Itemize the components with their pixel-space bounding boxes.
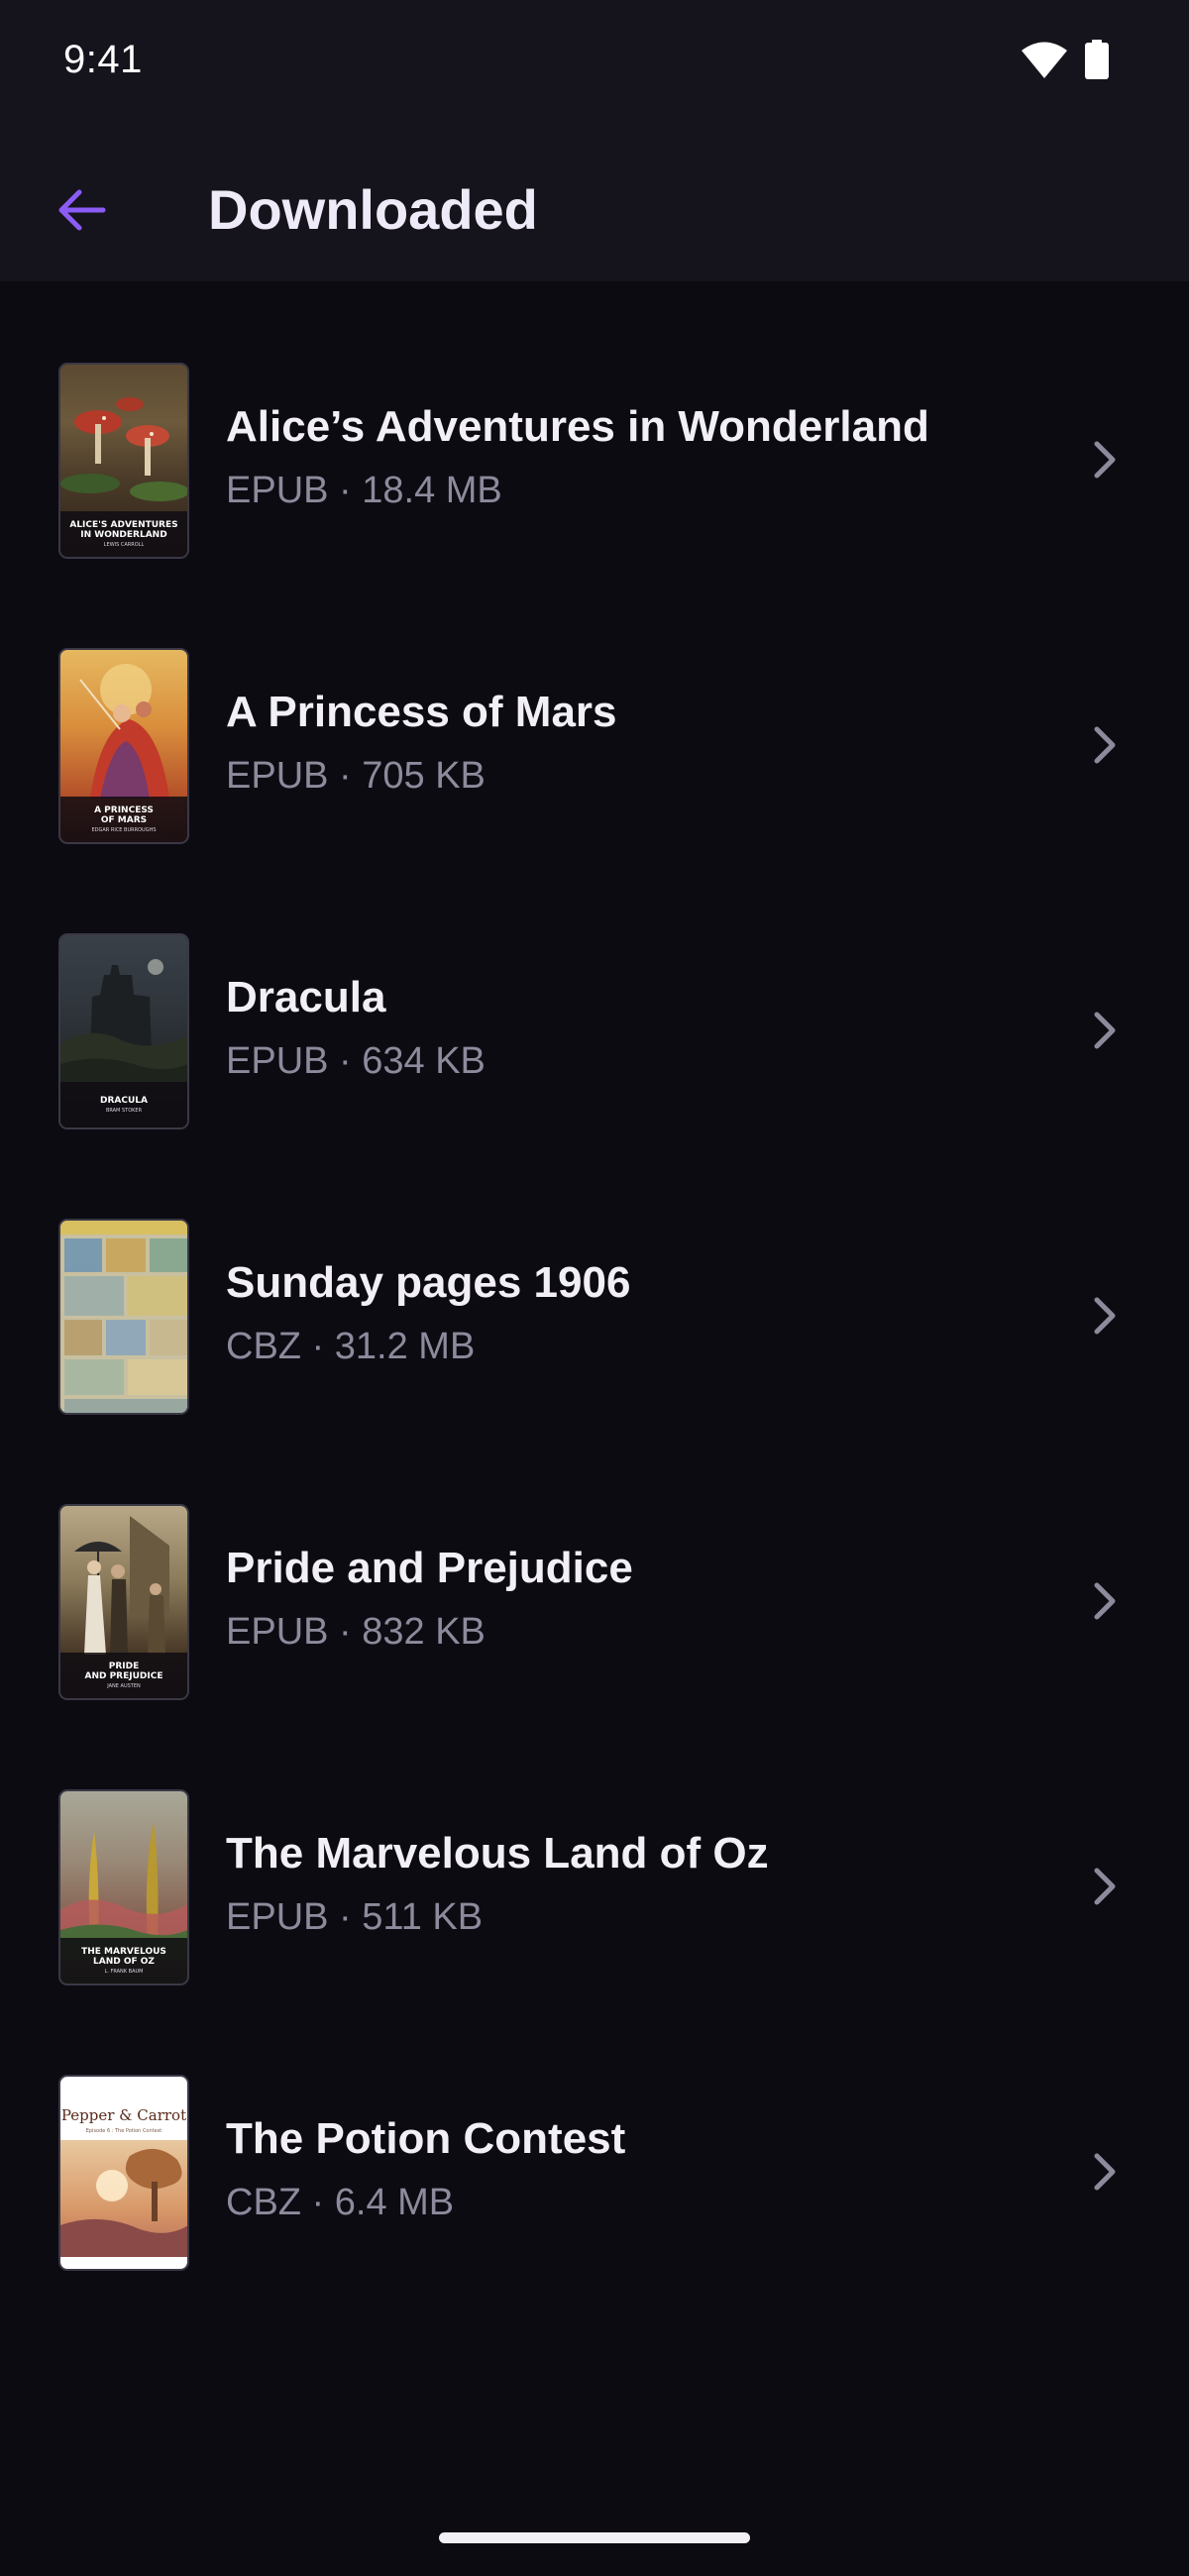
cover-band: DRACULA BRAM STOKER — [60, 1082, 187, 1127]
cover-band: THE MARVELOUS LAND OF OZ L. FRANK BAUM — [60, 1938, 187, 1984]
cover-subtitle: Episode 6 : The Potion Contest — [85, 2128, 162, 2134]
cover-title: Pepper & Carrot — [60, 2106, 187, 2124]
book-title: Pride and Prejudice — [226, 1544, 633, 1592]
book-meta: EPUB · 511 KB — [226, 1896, 484, 1938]
book-meta: EPUB · 634 KB — [226, 1040, 486, 1082]
book-cover: THE MARVELOUS LAND OF OZ L. FRANK BAUM — [58, 1789, 189, 1986]
book-meta: EPUB · 832 KB — [226, 1611, 486, 1653]
cover-title: DRACULA — [100, 1096, 148, 1106]
list-item[interactable]: A PRINCESS OF MARS EDGAR RICE BURROUGHS … — [0, 567, 1189, 852]
cover-author: JANE AUSTEN — [107, 1683, 141, 1689]
cover-author: LEWIS CARROLL — [103, 542, 145, 548]
list-item[interactable]: Pepper & Carrot Episode 6 : The Potion C… — [0, 1993, 1189, 2279]
chevron-right-icon — [1094, 2153, 1116, 2191]
list-item[interactable]: PRIDE AND PREJUDICE JANE AUSTEN Pride an… — [0, 1423, 1189, 1708]
cover-author: L. FRANK BAUM — [104, 1969, 144, 1975]
book-meta: CBZ · 6.4 MB — [226, 2182, 455, 2223]
book-meta: CBZ · 31.2 MB — [226, 1326, 476, 1367]
app-bar: Downloaded — [0, 129, 1189, 281]
book-title: A Princess of Mars — [226, 688, 617, 736]
back-button[interactable] — [40, 168, 123, 252]
cover-title: PRIDE AND PREJUDICE — [84, 1662, 163, 1681]
book-title: The Potion Contest — [226, 2114, 626, 2163]
cover-title: A PRINCESS OF MARS — [94, 805, 154, 825]
battery-icon — [1085, 40, 1109, 79]
book-title: Sunday pages 1906 — [226, 1258, 631, 1307]
book-cover: DRACULA BRAM STOKER — [58, 933, 189, 1129]
cover-title: THE MARVELOUS LAND OF OZ — [81, 1947, 166, 1967]
chevron-right-icon — [1094, 441, 1116, 479]
chevron-right-icon — [1094, 1012, 1116, 1049]
book-title: The Marvelous Land of Oz — [226, 1829, 769, 1878]
book-meta: EPUB · 18.4 MB — [226, 470, 502, 511]
page-title: Downloaded — [208, 178, 538, 241]
book-cover: A PRINCESS OF MARS EDGAR RICE BURROUGHS — [58, 648, 189, 844]
cover-band: PRIDE AND PREJUDICE JANE AUSTEN — [60, 1653, 187, 1698]
book-cover: PRIDE AND PREJUDICE JANE AUSTEN — [58, 1504, 189, 1700]
home-indicator[interactable] — [439, 2532, 750, 2543]
list-item[interactable]: DRACULA BRAM STOKER Dracula EPUB · 634 K… — [0, 852, 1189, 1137]
list-item[interactable]: THE MARVELOUS LAND OF OZ L. FRANK BAUM T… — [0, 1708, 1189, 1993]
book-title: Alice’s Adventures in Wonderland — [226, 402, 929, 451]
arrow-left-icon — [58, 189, 106, 231]
cover-band: A PRINCESS OF MARS EDGAR RICE BURROUGHS — [60, 797, 187, 842]
book-cover: ALICE'S ADVENTURES IN WONDERLAND LEWIS C… — [58, 363, 189, 559]
chevron-right-icon — [1094, 1297, 1116, 1335]
book-cover — [58, 1219, 189, 1415]
cover-author: BRAM STOKER — [105, 1108, 143, 1114]
status-time: 9:41 — [63, 38, 143, 81]
cover-band: ALICE'S ADVENTURES IN WONDERLAND LEWIS C… — [60, 511, 187, 557]
chevron-right-icon — [1094, 1868, 1116, 1905]
chevron-right-icon — [1094, 1582, 1116, 1620]
cover-art — [60, 1221, 187, 1413]
book-cover: Pepper & Carrot Episode 6 : The Potion C… — [58, 2075, 189, 2271]
list-item[interactable]: Sunday pages 1906 CBZ · 31.2 MB — [0, 1137, 1189, 1423]
cover-author: EDGAR RICE BURROUGHS — [91, 827, 157, 833]
book-meta: EPUB · 705 KB — [226, 755, 486, 797]
list-item[interactable]: ALICE'S ADVENTURES IN WONDERLAND LEWIS C… — [0, 281, 1189, 567]
status-bar: 9:41 — [0, 0, 1189, 129]
wifi-icon — [1022, 42, 1067, 78]
book-title: Dracula — [226, 973, 386, 1021]
cover-title: ALICE'S ADVENTURES IN WONDERLAND — [69, 520, 178, 540]
chevron-right-icon — [1094, 726, 1116, 764]
